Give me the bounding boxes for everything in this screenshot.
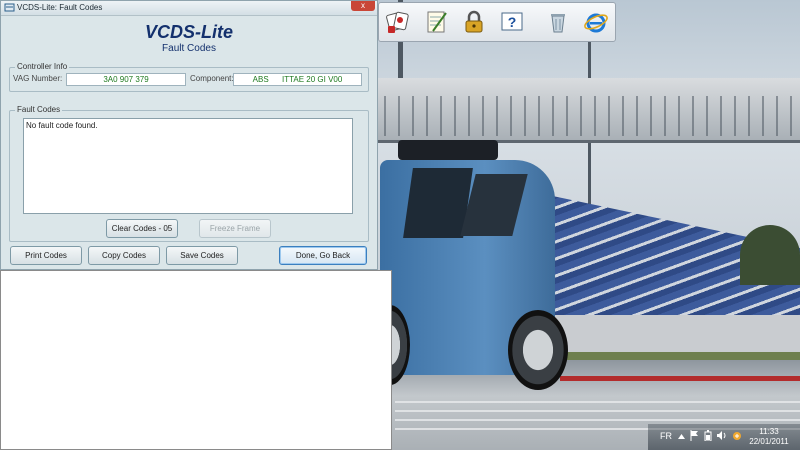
help-glyph: ? [508,14,517,30]
blank-window-content [3,273,391,449]
vcds-fault-codes-window: VCDS-Lite: Fault Codes x VCDS-Lite Fault… [0,0,378,270]
fault-codes-label: Fault Codes [15,105,63,114]
freeze-frame-button[interactable]: Freeze Frame [199,219,271,238]
wallpaper-car [370,140,568,390]
internet-explorer-icon[interactable] [581,7,611,37]
wallpaper-trees [740,225,800,285]
blank-window[interactable] [0,270,392,450]
clock-date: 22/01/2011 [749,437,789,446]
vag-number-label: VAG Number: [13,74,63,83]
fault-codes-message: No fault code found. [26,121,98,130]
close-button[interactable]: x [351,1,375,11]
system-tray: FR 11:33 22/01/2011 [648,424,800,450]
done-go-back-button[interactable]: Done, Go Back [279,246,367,265]
clear-codes-button[interactable]: Clear Codes - 05 [106,219,178,238]
padlock-icon[interactable] [459,7,489,37]
save-codes-button[interactable]: Save Codes [166,246,238,265]
vag-number-field: 3A0 907 379 [66,73,186,86]
wallpaper-kerb [560,376,800,381]
component-field: ABS ITTAE 20 GI V00 [233,73,362,86]
clock[interactable]: 11:33 22/01/2011 [744,427,794,447]
cards-icon[interactable] [383,7,413,37]
network-icon[interactable] [732,430,742,443]
notepad-icon[interactable] [421,7,451,37]
window-titlebar[interactable]: VCDS-Lite: Fault Codes x [1,1,377,16]
wallpaper-bridge-slats [370,96,800,136]
print-codes-button[interactable]: Print Codes [10,246,82,265]
controller-info-group: Controller Info VAG Number: 3A0 907 379 … [9,62,369,92]
volume-icon[interactable] [716,430,728,443]
controller-info-label: Controller Info [15,62,70,71]
quick-launch-toolbar: ? [378,2,616,42]
close-icon: x [361,1,365,10]
app-icon [4,2,15,13]
action-center-flag-icon[interactable] [690,430,699,443]
battery-icon[interactable] [704,430,712,443]
car-roof-rack [398,140,498,160]
app-name-heading: VCDS-Lite [144,22,233,42]
page-subtitle: Fault Codes [162,43,216,54]
recycle-bin-icon[interactable] [543,7,573,37]
show-hidden-icons-icon[interactable] [678,432,685,442]
copy-codes-button[interactable]: Copy Codes [88,246,160,265]
component-label: Component: [190,74,234,83]
car-wheel [508,310,568,390]
help-icon[interactable]: ? [497,7,527,37]
clock-time: 11:33 [759,427,779,436]
language-indicator[interactable]: FR [660,431,672,441]
window-title: VCDS-Lite: Fault Codes [17,3,103,12]
fault-codes-list[interactable]: No fault code found. [23,118,353,214]
